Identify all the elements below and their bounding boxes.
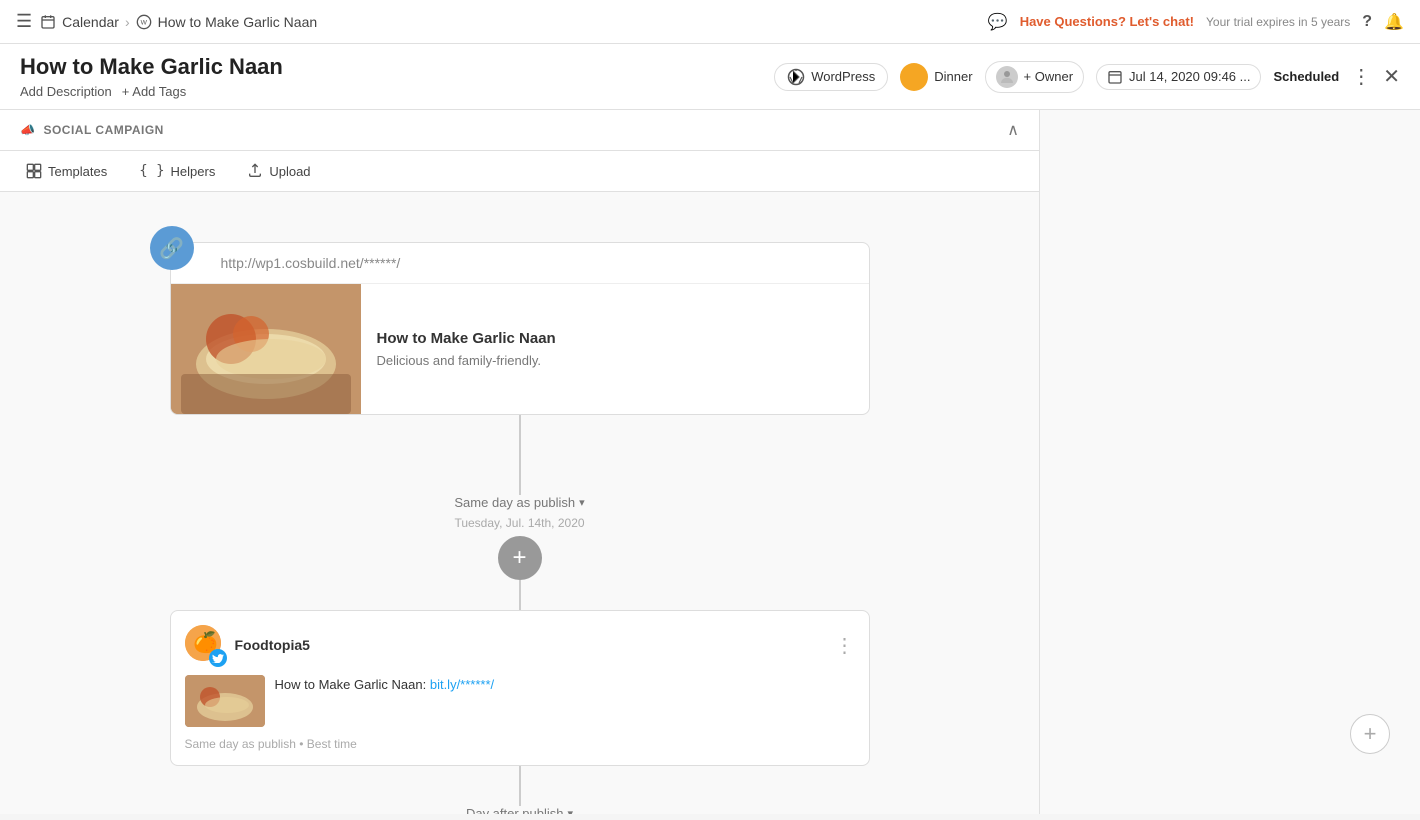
campaign-content: 🔗 http://wp1.cosbuild.net/******/ <box>0 192 1039 814</box>
chat-link[interactable]: Have Questions? Let's chat! <box>1020 14 1194 29</box>
same-day-chevron[interactable]: ▾ <box>579 496 585 509</box>
helpers-icon: { } <box>139 163 164 179</box>
tweet-header: 🍊 Foodtopia5 ⋮ <box>185 625 855 665</box>
timeline-connector-3 <box>519 766 521 806</box>
timeline-connector-2 <box>519 580 521 610</box>
preview-description: Delicious and family-friendly. <box>377 353 556 368</box>
menu-icon[interactable]: ☰ <box>16 11 32 32</box>
upload-label: Upload <box>269 164 310 179</box>
tweet-card: 🍊 Foodtopia5 ⋮ <box>170 610 870 766</box>
templates-label: Templates <box>48 164 107 179</box>
upload-button[interactable]: Upload <box>241 159 316 183</box>
help-icon[interactable]: ? <box>1362 13 1372 31</box>
collapse-button[interactable]: ∧ <box>1007 120 1019 140</box>
tweet-content: How to Make Garlic Naan: bit.ly/******/ <box>185 675 855 727</box>
right-panel: + <box>1040 110 1420 814</box>
timeline-node-1: Same day as publish ▾ Tuesday, Jul. 14th… <box>170 495 870 580</box>
post-header-left: How to Make Garlic Naan Add Description … <box>20 54 283 99</box>
avatar <box>996 66 1018 88</box>
owner-badge[interactable]: + Owner <box>985 61 1085 93</box>
calendar-icon <box>40 14 56 30</box>
tweet-image <box>185 675 265 727</box>
trial-text: Your trial expires in 5 years <box>1206 15 1350 29</box>
dinner-category-badge[interactable]: Dinner <box>900 63 972 91</box>
wordpress-label: WordPress <box>811 69 875 84</box>
megaphone-icon: 📣 <box>20 123 35 137</box>
dinner-dot <box>900 63 928 91</box>
speech-bubble-icon: 💬 <box>988 12 1008 32</box>
breadcrumb-separator: › <box>125 14 130 30</box>
tweet-username: Foodtopia5 <box>235 637 310 653</box>
day-after-label: Day after publish <box>466 806 564 814</box>
link-badge: 🔗 <box>150 226 194 270</box>
tweet-link[interactable]: bit.ly/******/ <box>430 677 494 692</box>
top-navigation: ☰ Calendar › W How to Make Garlic Naan 💬… <box>0 0 1420 44</box>
nav-right: 💬 Have Questions? Let's chat! Your trial… <box>988 12 1404 32</box>
status-badge[interactable]: Scheduled <box>1273 69 1339 84</box>
node1-date: Tuesday, Jul. 14th, 2020 <box>454 516 584 530</box>
tweet-image-inner <box>185 675 265 727</box>
social-panel: 📣 SOCIAL CAMPAIGN ∧ Templates { } Helper… <box>0 110 1040 814</box>
tweet-avatar-wrapper: 🍊 <box>185 625 225 665</box>
preview-title: How to Make Garlic Naan <box>377 330 556 347</box>
dinner-label: Dinner <box>934 69 972 84</box>
preview-card: How to Make Garlic Naan Delicious and fa… <box>171 284 869 414</box>
breadcrumb-post-title: How to Make Garlic Naan <box>158 14 318 30</box>
wordpress-platform-icon <box>787 68 805 86</box>
notification-icon[interactable]: 🔔 <box>1384 12 1404 32</box>
post-header-right: WordPress Dinner + Owner Jul 14, 2020 09… <box>774 61 1400 93</box>
day-after-chevron[interactable]: ▾ <box>568 807 574 814</box>
preview-text: How to Make Garlic Naan Delicious and fa… <box>361 284 572 414</box>
helpers-button[interactable]: { } Helpers <box>133 159 221 183</box>
social-panel-header: 📣 SOCIAL CAMPAIGN ∧ <box>0 110 1039 151</box>
date-label: Jul 14, 2020 09:46 ... <box>1129 69 1250 84</box>
tweet-more-button[interactable]: ⋮ <box>835 633 855 658</box>
add-timeline-item-button-1[interactable]: + <box>498 536 542 580</box>
main-content: 📣 SOCIAL CAMPAIGN ∧ Templates { } Helper… <box>0 110 1420 814</box>
tweet-text: How to Make Garlic Naan: bit.ly/******/ <box>275 675 495 727</box>
timeline-connector-1 <box>519 415 521 495</box>
upload-icon <box>247 163 263 179</box>
food-image-svg <box>171 284 361 414</box>
toolbar: Templates { } Helpers Upload <box>0 151 1039 192</box>
wordpress-icon: W <box>136 14 152 30</box>
post-meta: Add Description + Add Tags <box>20 84 283 99</box>
wordpress-platform-badge[interactable]: WordPress <box>774 63 888 91</box>
nav-left: ☰ Calendar › W How to Make Garlic Naan <box>16 11 317 32</box>
node2-label-row: Day after publish ▾ <box>466 806 573 814</box>
templates-button[interactable]: Templates <box>20 159 113 183</box>
post-title: How to Make Garlic Naan <box>20 54 283 80</box>
tweet-footer: Same day as publish • Best time <box>185 737 855 751</box>
add-item-button-right[interactable]: + <box>1350 714 1390 754</box>
more-options-button[interactable]: ⋮ <box>1351 64 1371 89</box>
tweet-user: 🍊 Foodtopia5 <box>185 625 310 665</box>
templates-icon <box>26 163 42 179</box>
timeline-node-2: Day after publish ▾ + <box>170 806 870 814</box>
social-campaign-title: 📣 SOCIAL CAMPAIGN <box>20 123 164 137</box>
post-header: How to Make Garlic Naan Add Description … <box>0 44 1420 110</box>
add-tags-button[interactable]: + Add Tags <box>122 84 186 99</box>
url-card[interactable]: http://wp1.cosbuild.net/******/ <box>170 242 870 415</box>
twitter-badge <box>209 649 227 667</box>
close-button[interactable]: ✕ <box>1383 64 1400 89</box>
social-campaign-label: SOCIAL CAMPAIGN <box>43 123 163 137</box>
breadcrumb-calendar[interactable]: Calendar <box>62 14 119 30</box>
helpers-label: Helpers <box>171 164 216 179</box>
same-day-label: Same day as publish <box>454 495 575 510</box>
add-description-button[interactable]: Add Description <box>20 84 112 99</box>
url-card-wrapper: 🔗 http://wp1.cosbuild.net/******/ <box>170 242 870 415</box>
node1-label-row: Same day as publish ▾ <box>454 495 584 510</box>
owner-label: + Owner <box>1024 69 1074 84</box>
svg-text:W: W <box>140 19 147 26</box>
date-badge[interactable]: Jul 14, 2020 09:46 ... <box>1096 64 1261 90</box>
preview-image-inner <box>171 284 361 414</box>
preview-image <box>171 284 361 414</box>
breadcrumb: Calendar › W How to Make Garlic Naan <box>40 14 317 30</box>
url-input[interactable]: http://wp1.cosbuild.net/******/ <box>171 243 869 284</box>
date-icon <box>1107 69 1123 85</box>
